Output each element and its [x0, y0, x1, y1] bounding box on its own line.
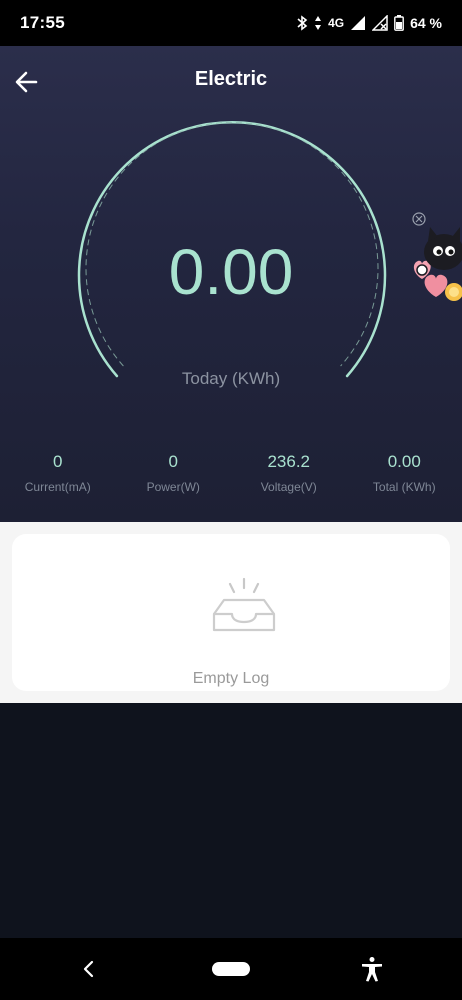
stat-voltage-value: 236.2: [267, 452, 311, 471]
today-energy-label: Today (KWh): [181, 369, 281, 388]
nav-home-pill[interactable]: [212, 962, 250, 976]
battery-percent: 64 %: [410, 15, 442, 31]
stat-current-label: Current(mA): [24, 480, 91, 494]
stat-voltage: 236.2 Voltage(V): [231, 451, 347, 494]
log-section: Empty Log: [0, 522, 462, 703]
stat-power-label: Power(W): [146, 480, 200, 494]
log-card: Empty Log: [12, 534, 450, 691]
stats-row: 0 Current(mA) 0 Power(W) 236.2 Voltage(V…: [0, 451, 462, 494]
status-time: 17:55: [20, 13, 65, 32]
stat-voltage-label: Voltage(V): [260, 480, 317, 494]
today-energy-value: 0.00: [168, 236, 294, 308]
stat-total-label: Total (KWh): [372, 480, 436, 494]
stat-total: 0.00 Total (KWh): [347, 451, 462, 494]
status-icons: 4G 64 %: [296, 15, 442, 31]
stat-power-value: 0: [168, 452, 178, 471]
stat-total-value: 0.00: [387, 452, 421, 471]
empty-log-text: Empty Log: [192, 670, 270, 687]
signal-icon: [351, 16, 366, 30]
bluetooth-icon: [297, 15, 308, 31]
stat-current-value: 0: [53, 452, 63, 471]
stat-current: 0 Current(mA): [0, 451, 116, 494]
accessibility-icon[interactable]: [360, 956, 384, 982]
close-circle-icon[interactable]: [412, 212, 426, 226]
floating-ad-mascot[interactable]: [408, 209, 462, 309]
nav-back-icon[interactable]: [78, 958, 100, 980]
status-bar: 17:55 4G 64 %: [0, 0, 462, 46]
stat-power: 0 Power(W): [116, 451, 232, 494]
data-arrows-icon: [315, 16, 322, 30]
empty-inbox-icon: [212, 577, 276, 632]
signal-no-data-icon: [372, 15, 388, 31]
electric-header: Electric 0.00 Today (KWh) 0 Current(mA) …: [0, 46, 462, 522]
battery-icon: [394, 15, 404, 31]
system-nav-bar: [0, 938, 462, 1000]
network-type: 4G: [328, 16, 345, 30]
page-title: Electric: [194, 68, 268, 90]
